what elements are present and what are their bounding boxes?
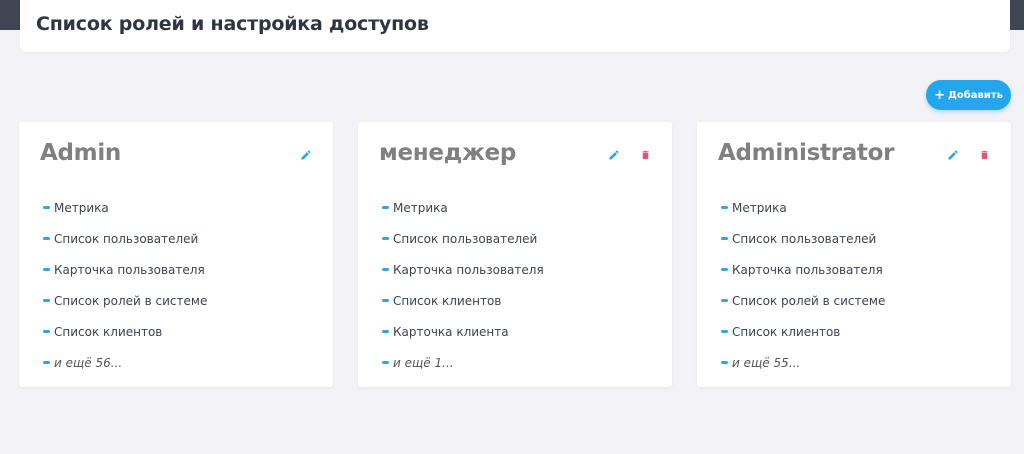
permission-item: Список ролей в системе	[43, 285, 207, 316]
permission-label: Список пользователей	[393, 231, 538, 246]
delete-role-button[interactable]	[638, 148, 652, 162]
bullet-dash	[721, 268, 728, 271]
permission-list: Метрика Список пользователей Карточка по…	[382, 192, 544, 378]
permission-item: Карточка пользователя	[382, 254, 544, 285]
trash-icon	[641, 150, 649, 160]
permission-item: Метрика	[721, 192, 885, 223]
more-permissions: и ещё 56...	[43, 347, 207, 378]
edit-role-button[interactable]	[946, 148, 960, 162]
role-card-administrator: Administrator Метрика Список пользовател…	[697, 122, 1011, 387]
permission-list: Метрика Список пользователей Карточка по…	[43, 192, 207, 378]
page-title: Список ролей и настройка доступов	[36, 13, 429, 35]
permission-item: Список клиентов	[43, 316, 207, 347]
bullet-dash	[43, 299, 50, 302]
permission-label: Метрика	[732, 200, 787, 215]
bullet-dash	[43, 237, 50, 240]
bullet-dash	[721, 206, 728, 209]
permission-item: Карточка пользователя	[43, 254, 207, 285]
add-role-button-label: Добавить	[947, 89, 1003, 101]
top-strip-left	[0, 0, 20, 30]
page-header: Список ролей и настройка доступов	[20, 0, 1010, 52]
pencil-icon	[301, 150, 311, 160]
edit-role-button[interactable]	[607, 148, 621, 162]
role-name: Administrator	[718, 140, 895, 166]
permission-item: Карточка пользователя	[721, 254, 885, 285]
bullet-dash	[721, 330, 728, 333]
bullet-dash	[382, 206, 389, 209]
permission-label: Список пользователей	[732, 231, 877, 246]
add-role-button[interactable]: + Добавить	[926, 80, 1011, 110]
permission-list: Метрика Список пользователей Карточка по…	[721, 192, 885, 378]
bullet-dash	[382, 268, 389, 271]
pencil-icon	[609, 150, 619, 160]
permission-label: Метрика	[393, 200, 448, 215]
bullet-dash	[382, 299, 389, 302]
permission-label: Карточка пользователя	[393, 262, 544, 277]
permission-item: Список пользователей	[43, 223, 207, 254]
permission-label: Карточка клиента	[393, 324, 509, 339]
more-permissions-label: и ещё 1...	[393, 355, 454, 370]
permission-label: Список ролей в системе	[732, 293, 886, 308]
permission-label: Список клиентов	[732, 324, 841, 339]
more-permissions: и ещё 55...	[721, 347, 885, 378]
bullet-dash	[43, 330, 50, 333]
more-permissions-label: и ещё 56...	[54, 355, 123, 370]
bullet-dash	[382, 361, 389, 364]
permission-item: Список клиентов	[382, 285, 544, 316]
permission-label: Список клиентов	[54, 324, 163, 339]
trash-icon	[980, 150, 988, 160]
permission-item: Список пользователей	[382, 223, 544, 254]
bullet-dash	[721, 299, 728, 302]
role-name: Admin	[40, 140, 121, 166]
plus-icon: +	[934, 87, 945, 103]
delete-role-button[interactable]	[977, 148, 991, 162]
more-permissions: и ещё 1...	[382, 347, 544, 378]
more-permissions-label: и ещё 55...	[732, 355, 801, 370]
bullet-dash	[382, 237, 389, 240]
permission-item: Карточка клиента	[382, 316, 544, 347]
bullet-dash	[43, 361, 50, 364]
permission-label: Список пользователей	[54, 231, 199, 246]
pencil-icon	[948, 150, 958, 160]
bullet-dash	[43, 206, 50, 209]
bullet-dash	[721, 237, 728, 240]
permission-label: Карточка пользователя	[54, 262, 205, 277]
permission-item: Список ролей в системе	[721, 285, 885, 316]
bullet-dash	[43, 268, 50, 271]
bullet-dash	[382, 330, 389, 333]
role-card-manager: менеджер Метрика Список пользователей Ка…	[358, 122, 672, 387]
permission-label: Карточка пользователя	[732, 262, 883, 277]
edit-role-button[interactable]	[299, 148, 313, 162]
permission-item: Список клиентов	[721, 316, 885, 347]
role-name: менеджер	[379, 140, 517, 166]
permission-item: Метрика	[382, 192, 544, 223]
top-strip-right	[1010, 0, 1024, 30]
role-card-admin: Admin Метрика Список пользователей Карто…	[19, 122, 333, 387]
permission-label: Список ролей в системе	[54, 293, 208, 308]
permission-item: Список пользователей	[721, 223, 885, 254]
permission-label: Метрика	[54, 200, 109, 215]
permission-label: Список клиентов	[393, 293, 502, 308]
bullet-dash	[721, 361, 728, 364]
permission-item: Метрика	[43, 192, 207, 223]
